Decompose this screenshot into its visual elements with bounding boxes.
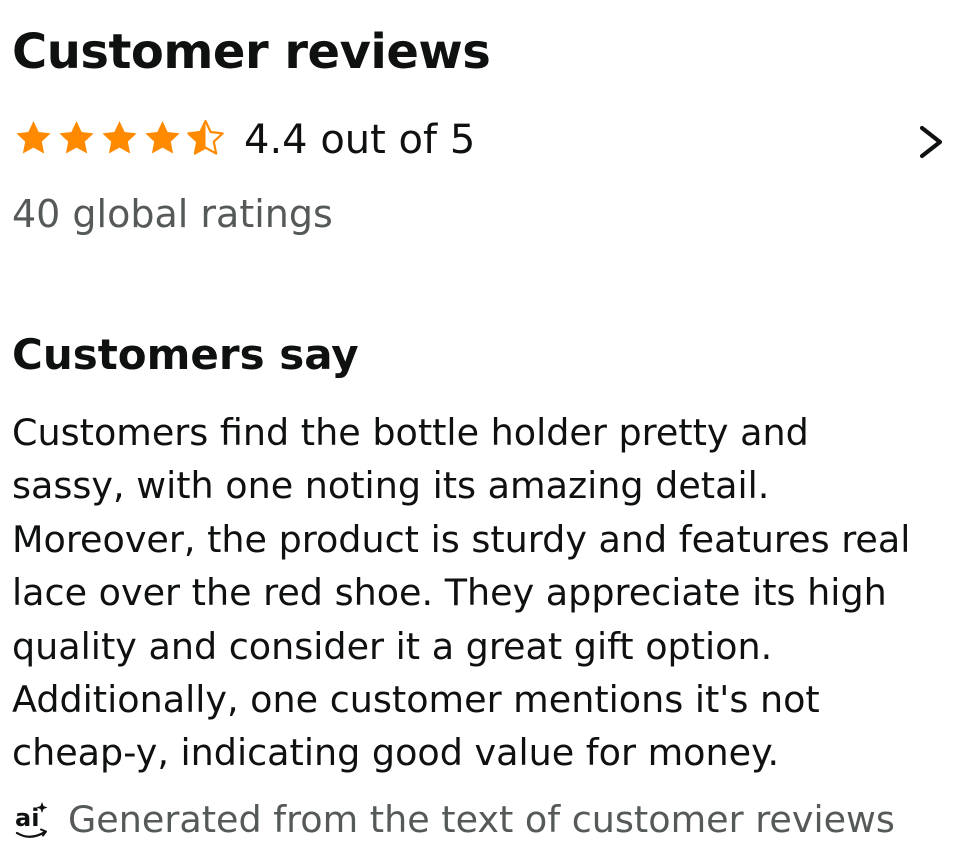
- summary-line: Moreover, the product is sturdy and feat…: [12, 517, 911, 561]
- svg-text:ai: ai: [15, 804, 39, 832]
- summary-line: Additionally, one customer mentions it's…: [12, 678, 820, 722]
- ai-note-text: Generated from the text of customer revi…: [68, 798, 895, 841]
- star-rating: [12, 118, 227, 158]
- ai-sparkle-icon: ai: [15, 802, 48, 838]
- summary-line: quality and consider it a great gift opt…: [12, 624, 773, 668]
- rating-text: 4.4 out of 5: [244, 117, 476, 163]
- ai-generated-note: ai Generated from the text of customer r…: [12, 792, 956, 848]
- summary-line: sassy, with one noting its amazing detai…: [12, 464, 770, 508]
- star-icon-full: [16, 121, 51, 154]
- rating-summary-row[interactable]: 4.4 out of 5: [12, 112, 952, 168]
- customers-say-heading: Customers say: [12, 330, 359, 379]
- customers-say-summary: Customers find the bottle holder pretty …: [12, 406, 956, 780]
- reviews-heading: Customer reviews: [12, 24, 491, 80]
- customer-reviews-panel: Customer reviews 4.4 out of 5 40 global …: [12, 0, 956, 868]
- star-icon-full: [145, 121, 180, 154]
- chevron-right-icon[interactable]: [914, 122, 948, 162]
- summary-line: cheap-y, indicating good value for money…: [12, 731, 780, 775]
- summary-line: Customers find the bottle holder pretty …: [12, 411, 809, 454]
- star-icon-half: [187, 119, 224, 155]
- global-ratings-count: 40 global ratings: [12, 192, 333, 236]
- summary-line: lace over the red shoe. They appreciate …: [12, 571, 887, 615]
- star-icon-full: [102, 121, 137, 154]
- star-icon-full: [59, 121, 94, 154]
